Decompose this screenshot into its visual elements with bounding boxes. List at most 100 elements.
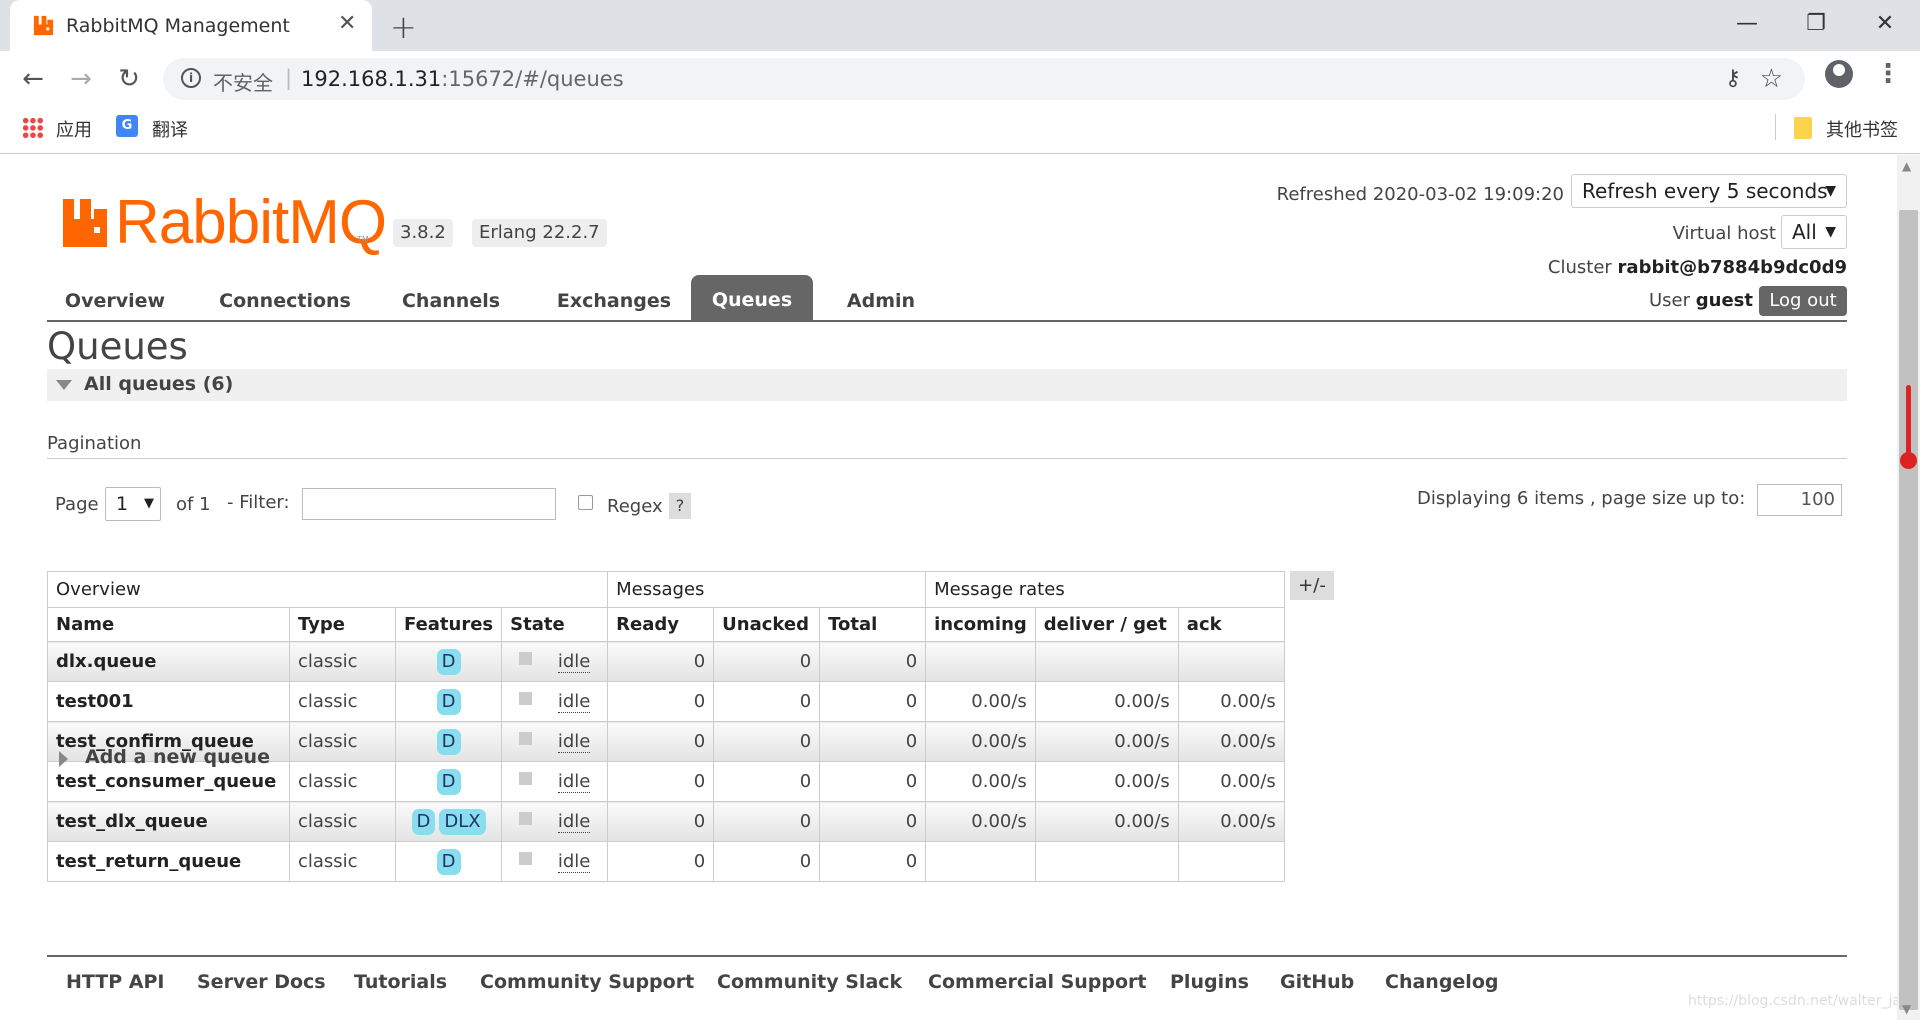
column-header[interactable]: deliver / get: [1034, 607, 1179, 642]
filter-input[interactable]: [302, 488, 556, 520]
queue-name-link[interactable]: test_dlx_queue: [47, 801, 290, 842]
all-queues-section-toggle[interactable]: All queues (6): [47, 369, 1847, 401]
folder-icon[interactable]: [1794, 117, 1812, 139]
column-header[interactable]: Unacked: [713, 607, 821, 642]
window-close-icon[interactable]: ✕: [1862, 6, 1908, 42]
restore-icon[interactable]: ❐: [1793, 6, 1839, 42]
page-size-input[interactable]: 100: [1757, 484, 1842, 516]
bookmark-other[interactable]: 其他书签: [1826, 116, 1898, 142]
tab-overview[interactable]: Overview: [55, 280, 175, 322]
table-row[interactable]: test001 classic Didle 0 0 0 0.00/s 0.00/s 0.00/s: [47, 681, 1285, 722]
queue-name-link[interactable]: test_return_queue: [47, 841, 290, 882]
browser-menu-icon[interactable]: ⋮: [1875, 59, 1901, 89]
chevron-down-icon: ▼: [1825, 183, 1836, 199]
group-overview: Overview: [46, 571, 609, 608]
page-scrollbar[interactable]: ▲ ▼: [1897, 155, 1920, 1020]
address-bar[interactable]: i 不安全 | 192.168.1.31:15672/#/queues ⚷ ☆: [163, 58, 1805, 100]
footer-link-community-slack[interactable]: Community Slack: [717, 971, 902, 993]
rate-ack: [1177, 641, 1285, 682]
messages-total: 0: [819, 801, 927, 842]
bookmark-translate[interactable]: 翻译: [152, 116, 188, 142]
back-arrow-icon[interactable]: ←: [16, 62, 50, 96]
scrollbar-thumb[interactable]: [1899, 210, 1918, 1010]
apps-grid-icon[interactable]: [22, 117, 44, 139]
feature-badge: D: [436, 688, 461, 715]
regex-help-button[interactable]: ?: [669, 493, 691, 519]
bookmark-star-icon[interactable]: ☆: [1760, 64, 1783, 94]
bookmark-apps[interactable]: 应用: [56, 116, 92, 142]
state-text: idle: [557, 731, 591, 753]
address-separator: |: [285, 66, 293, 90]
messages-unacked: 0: [713, 641, 821, 682]
translate-icon[interactable]: G: [116, 115, 138, 137]
rate-deliver-get: [1034, 841, 1179, 882]
regex-checkbox[interactable]: [578, 495, 593, 510]
messages-total: 0: [819, 841, 927, 882]
footer-link-http-api[interactable]: HTTP API: [66, 971, 165, 993]
footer-link-community-support[interactable]: Community Support: [480, 971, 694, 993]
messages-unacked: 0: [713, 841, 821, 882]
column-toggle-button[interactable]: +/-: [1290, 571, 1334, 600]
chevron-down-icon: ▼: [1825, 224, 1836, 240]
refresh-interval-select[interactable]: Refresh every 5 seconds ▼: [1571, 174, 1847, 208]
footer-link-tutorials[interactable]: Tutorials: [354, 971, 447, 993]
rabbitmq-page: RabbitMQ TM 3.8.2 Erlang 22.2.7 Refreshe…: [0, 155, 1909, 1020]
vhost-select[interactable]: All ▼: [1781, 215, 1847, 249]
url-text[interactable]: 192.168.1.31:15672/#/queues: [301, 67, 624, 91]
footer-link-changelog[interactable]: Changelog: [1385, 971, 1498, 993]
browser-tab[interactable]: RabbitMQ Management ✕: [10, 0, 372, 51]
tab-close-icon[interactable]: ✕: [338, 11, 356, 36]
key-icon[interactable]: ⚷: [1725, 66, 1741, 91]
queue-name-link[interactable]: dlx.queue: [47, 641, 290, 682]
scroll-down-arrow-icon[interactable]: ▼: [1902, 1002, 1911, 1016]
scroll-up-arrow-icon[interactable]: ▲: [1902, 159, 1911, 173]
footer-link-commercial-support[interactable]: Commercial Support: [928, 971, 1147, 993]
info-icon[interactable]: i: [181, 68, 201, 88]
queue-type: classic: [289, 681, 396, 722]
column-header[interactable]: Total: [819, 607, 927, 642]
reload-icon[interactable]: ↻: [112, 62, 146, 96]
tab-admin[interactable]: Admin: [837, 280, 925, 322]
table-row[interactable]: test_dlx_queue classic D DLX idle 0 0 0 0.00/s 0.…: [47, 801, 1285, 842]
tab-queues[interactable]: Queues: [691, 275, 813, 322]
state-text: idle: [557, 811, 591, 833]
forward-arrow-icon[interactable]: →: [64, 62, 98, 96]
table-row[interactable]: test_return_queue classic Didle 0 0 0: [47, 841, 1285, 882]
new-tab-button[interactable]: +: [390, 8, 417, 46]
queue-state: idle: [501, 681, 609, 722]
minimize-icon[interactable]: —: [1724, 6, 1770, 42]
column-header[interactable]: Type: [289, 607, 396, 642]
footer-link-server-docs[interactable]: Server Docs: [197, 971, 326, 993]
group-message-rates: Message rates: [925, 571, 1285, 608]
state-indicator-icon: [518, 652, 532, 665]
queue-name-link[interactable]: test001: [47, 681, 290, 722]
column-header[interactable]: ack: [1177, 607, 1285, 642]
messages-unacked: 0: [713, 761, 821, 802]
queue-type: classic: [289, 721, 396, 762]
version-badge: 3.8.2: [393, 219, 453, 247]
state-text: idle: [557, 651, 591, 673]
page-select[interactable]: 1 ▼: [105, 487, 161, 521]
column-header[interactable]: Ready: [607, 607, 715, 642]
tab-exchanges[interactable]: Exchanges: [544, 280, 684, 322]
column-header[interactable]: incoming: [925, 607, 1036, 642]
messages-total: 0: [819, 681, 927, 722]
feature-badge: D: [436, 648, 461, 675]
column-header[interactable]: State: [501, 607, 609, 642]
tab-channels[interactable]: Channels: [395, 280, 507, 322]
messages-ready: 0: [607, 801, 715, 842]
scroll-marker-dot: [1900, 452, 1917, 469]
profile-avatar-icon[interactable]: [1825, 60, 1853, 88]
queue-features: D DLX: [394, 801, 503, 842]
watermark: https://blog.csdn.net/walter_jay: [1688, 993, 1910, 1009]
rate-deliver-get: 0.00/s: [1034, 801, 1179, 842]
footer-link-github[interactable]: GitHub: [1280, 971, 1354, 993]
column-header[interactable]: Features: [394, 607, 503, 642]
tab-connections[interactable]: Connections: [210, 280, 360, 322]
rabbitmq-logo[interactable]: RabbitMQ TM: [63, 188, 387, 257]
bookmarks-bar: 应用 G 翻译 其他书签: [0, 106, 1920, 154]
column-header[interactable]: Name: [47, 607, 290, 642]
footer-link-plugins[interactable]: Plugins: [1170, 971, 1249, 993]
table-row[interactable]: dlx.queue classic Didle 0 0 0: [47, 641, 1285, 682]
messages-ready: 0: [607, 721, 715, 762]
